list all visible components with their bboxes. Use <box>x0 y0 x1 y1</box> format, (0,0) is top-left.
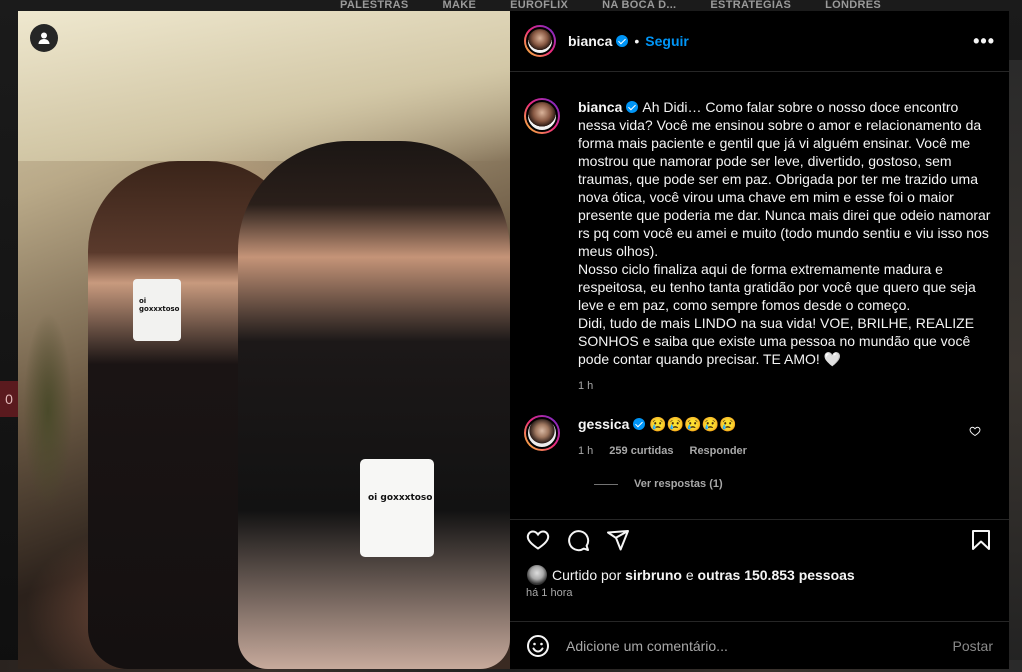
like-heart-icon[interactable] <box>526 528 550 552</box>
verified-badge-icon <box>616 35 629 47</box>
share-icon[interactable] <box>606 528 630 552</box>
tagged-users-icon[interactable] <box>30 24 58 52</box>
reply-button[interactable]: Responder <box>690 442 747 460</box>
likes-prefix: Curtido por <box>552 567 622 583</box>
comment-like-heart-icon[interactable] <box>969 425 981 437</box>
verified-badge-icon <box>626 101 639 113</box>
comment-icon[interactable] <box>566 528 590 552</box>
save-bookmark-icon[interactable] <box>969 528 993 552</box>
photo-plant <box>18 261 88 561</box>
caption-avatar[interactable] <box>524 98 560 134</box>
author-avatar[interactable] <box>524 25 556 57</box>
author-username[interactable]: bianca <box>568 33 612 49</box>
post-comment-button[interactable]: Postar <box>953 638 993 654</box>
likes-summary: Curtido por sirbruno e outras 150.853 pe… <box>526 564 855 586</box>
likes-conj: e <box>685 567 694 583</box>
header-separator: • <box>634 33 640 49</box>
view-replies[interactable]: Ver respostas (1) <box>594 478 995 490</box>
caption-username[interactable]: bianca <box>578 99 622 115</box>
comments-list[interactable]: bianca Ah Didi… Como falar sobre o nosso … <box>510 72 1009 502</box>
follow-button[interactable]: Seguir <box>645 33 689 49</box>
comment-time[interactable]: 1 h <box>578 442 593 460</box>
post-photo[interactable]: oi goxxxtoso oi goxxxtoso <box>18 11 510 669</box>
caption-time[interactable]: 1 h <box>578 377 593 395</box>
more-options-icon[interactable]: ••• <box>973 31 995 52</box>
replies-divider <box>594 483 618 485</box>
caption-block: bianca Ah Didi… Como falar sobre o nosso … <box>578 98 995 368</box>
background-badge: 0 <box>0 381 18 417</box>
verified-badge-icon <box>633 418 646 430</box>
post-header: bianca • Seguir ••• <box>510 11 1009 72</box>
comment-item: gessica 😢😢😢😢😢 1 h 259 curtidas Responder <box>524 415 995 460</box>
photo-man <box>238 141 510 669</box>
add-comment-bar: Postar <box>510 621 1009 669</box>
likes-others[interactable]: outras 150.853 pessoas <box>698 567 855 583</box>
view-replies-label[interactable]: Ver respostas (1) <box>634 478 723 490</box>
post-timestamp[interactable]: há 1 hora <box>526 587 572 599</box>
comment-username[interactable]: gessica <box>578 416 629 432</box>
caption-meta: 1 h <box>578 377 995 395</box>
post-side-panel: bianca • Seguir ••• bianca Ah Didi… Como … <box>510 11 1009 669</box>
liker-avatar[interactable] <box>526 564 548 586</box>
comment-meta: 1 h 259 curtidas Responder <box>578 442 995 460</box>
caption-item: bianca Ah Didi… Como falar sobre o nosso … <box>524 98 995 395</box>
post-actions <box>510 519 1009 559</box>
comment-text: 😢😢😢😢😢 <box>649 416 737 432</box>
commenter-avatar[interactable] <box>524 415 560 451</box>
photo-mug-large: oi goxxxtoso <box>360 459 434 557</box>
caption-text: Ah Didi… Como falar sobre o nosso doce e… <box>578 99 991 367</box>
photo-mug-small: oi goxxxtoso <box>133 279 181 341</box>
mug-text-large: oi goxxxtoso <box>368 493 433 503</box>
post-modal: oi goxxxtoso oi goxxxtoso bianca • Segui… <box>18 11 1009 669</box>
mug-text-small: oi goxxxtoso <box>139 297 180 313</box>
photo-ceiling <box>18 11 510 161</box>
emoji-icon[interactable] <box>526 634 550 658</box>
comment-likes-count[interactable]: 259 curtidas <box>609 442 673 460</box>
background-grid-edge <box>1008 60 1022 672</box>
liker-username[interactable]: sirbruno <box>625 567 682 583</box>
comment-input[interactable] <box>564 636 953 655</box>
